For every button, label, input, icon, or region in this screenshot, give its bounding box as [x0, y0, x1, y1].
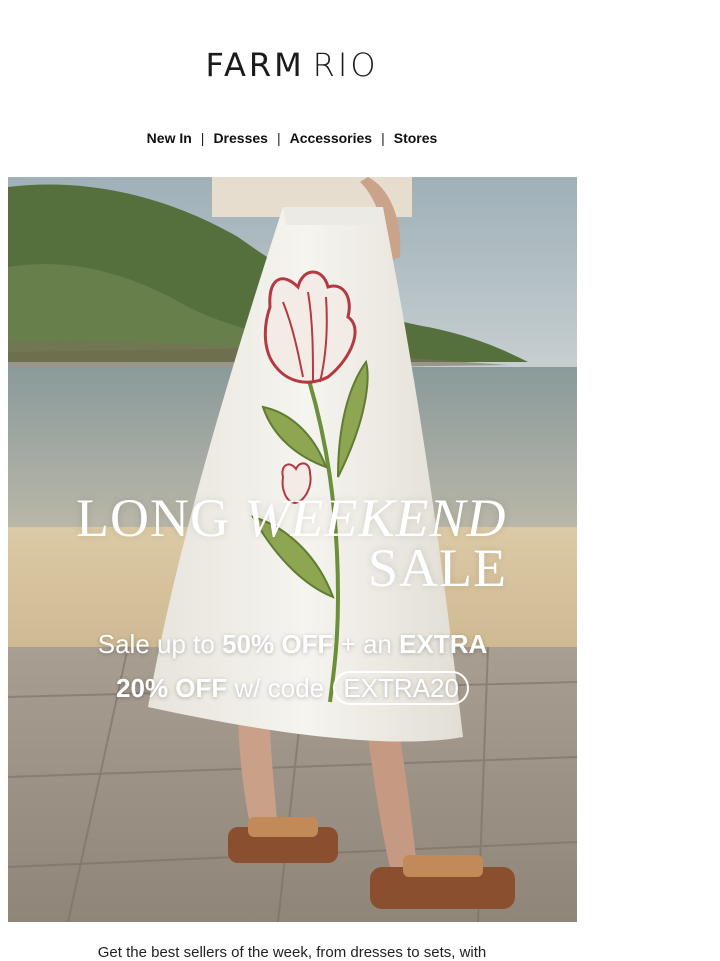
nav-link-stores[interactable]: Stores [394, 130, 438, 146]
nav-separator: | [381, 130, 385, 146]
offer-extra-discount: 20% OFF [116, 673, 228, 703]
offer-extra: EXTRA [399, 629, 488, 659]
headline-word-long: LONG [76, 488, 230, 548]
brand-logo-word-1: FARM [205, 46, 305, 84]
brand-logo-word-2: RIO [312, 46, 379, 84]
offer-mid: + an [340, 629, 392, 659]
nav-link-new-in[interactable]: New In [147, 130, 192, 146]
top-nav: New In | Dresses | Accessories | Stores [0, 130, 584, 146]
nav-separator: | [200, 130, 205, 146]
headline-word-sale: SALE [368, 538, 507, 598]
offer-text: Sale up to 50% OFF + an EXTRA 20% OFF w/… [8, 622, 577, 710]
hero-banner[interactable]: LONG WEEKEND SALE Sale up to 50% OFF + a… [8, 177, 577, 922]
offer-prefix: Sale up to [97, 629, 215, 659]
nav-link-accessories[interactable]: Accessories [290, 130, 373, 146]
brand-logo[interactable]: FARM RIO [0, 46, 584, 84]
promo-code-badge: EXTRA20 [333, 671, 469, 705]
offer-code-label: w/ code [234, 673, 325, 703]
offer-discount: 50% OFF [222, 629, 334, 659]
nav-separator: | [276, 130, 281, 146]
intro-paragraph: Get the best sellers of the week, from d… [97, 944, 487, 961]
email-page: FARM RIO New In | Dresses | Accessories | Store… [0, 0, 720, 961]
nav-link-dresses[interactable]: Dresses [213, 130, 268, 146]
